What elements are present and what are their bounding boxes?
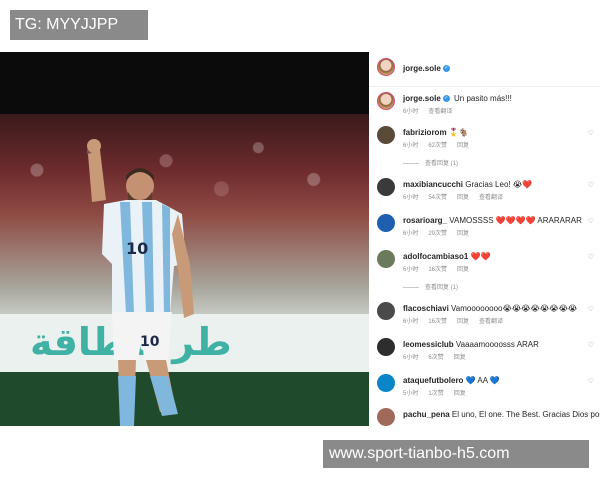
- comment-username[interactable]: fabriziorom: [403, 128, 447, 137]
- verified-icon: ✓: [442, 95, 450, 103]
- comment-likes[interactable]: 1次赞: [428, 391, 443, 397]
- comment-text: 🎖️🐐: [446, 128, 469, 137]
- comment-meta: 6小时 62次赞 回复: [403, 140, 479, 149]
- comment-text: Vaaaamoooosss ARAR: [453, 340, 539, 349]
- verified-icon: ✓: [442, 65, 450, 73]
- comment-meta: 6小时 6次赞 回复: [403, 352, 476, 361]
- comment-username[interactable]: adolfocambiaso1: [403, 252, 468, 261]
- author-username[interactable]: jorge.sole ✓: [403, 64, 450, 73]
- like-heart-icon[interactable]: ♡: [588, 181, 594, 189]
- svg-text:10: 10: [126, 239, 148, 258]
- comment-meta: 6小时 16次赞 回复: [403, 264, 479, 273]
- comment-avatar[interactable]: [377, 214, 395, 232]
- comment-time: 6小时: [403, 231, 419, 237]
- player-figure: 10 10: [87, 139, 194, 426]
- comment-avatar[interactable]: [377, 178, 395, 196]
- reply-link[interactable]: 回复: [457, 195, 469, 201]
- comment-line: adolfocambiaso1 ❤️❤️: [403, 252, 491, 261]
- comment-likes[interactable]: 62次赞: [428, 143, 447, 149]
- author-name[interactable]: jorge.sole: [403, 64, 441, 73]
- comment-line: fabriziorom 🎖️🐐: [403, 128, 469, 137]
- post-photo: طر للطاقة 10 10: [0, 114, 369, 426]
- comment-avatar[interactable]: [377, 250, 395, 268]
- like-heart-icon[interactable]: ♡: [588, 129, 594, 137]
- tg-label: TG: MYYJJPP: [10, 10, 148, 40]
- reply-link[interactable]: 回复: [454, 391, 466, 397]
- comment-username[interactable]: rosarioarg_: [403, 216, 447, 225]
- comment-line: pachu_pena El uno, El one. The Best. Gra…: [403, 410, 600, 419]
- comment-avatar[interactable]: [377, 338, 395, 356]
- comment-time: 6小时: [403, 319, 419, 325]
- translate-link[interactable]: 查看翻译: [479, 319, 503, 325]
- comment-time: 6小时: [403, 195, 419, 201]
- like-heart-icon[interactable]: ♡: [588, 253, 594, 261]
- translate-link[interactable]: 查看翻译: [479, 195, 503, 201]
- comment-likes[interactable]: 6次赞: [428, 355, 443, 361]
- comment-time: 6小时: [403, 267, 419, 273]
- comment-text: VAMOSSSS ❤️❤️❤️❤️ ARARARAR: [447, 216, 582, 225]
- reply-link[interactable]: 回复: [457, 267, 469, 273]
- comment-meta: 6小时 54次赞 回复 查看翻译: [403, 192, 513, 201]
- caption-username[interactable]: jorge.sole: [403, 94, 441, 103]
- comment-time: 6小时: [403, 143, 419, 149]
- comment-text: 💙 AA 💙: [463, 376, 500, 385]
- comment-meta: 6小时 29次赞 回复: [403, 228, 479, 237]
- caption-avatar[interactable]: [377, 92, 395, 110]
- caption-meta: 6小时 查看翻译: [403, 106, 462, 115]
- caption-line: jorge.sole ✓ Un pasito más!!!: [403, 94, 512, 103]
- comment-text: ❤️❤️: [468, 252, 491, 261]
- like-heart-icon[interactable]: ♡: [588, 217, 594, 225]
- comment-username[interactable]: maxibiancucchi: [403, 180, 463, 189]
- view-replies-link[interactable]: 查看回复 (1): [403, 282, 458, 291]
- like-heart-icon[interactable]: ♡: [588, 341, 594, 349]
- comment-text: Gracias Leo! 😭❤️: [463, 180, 533, 189]
- comment-likes[interactable]: 16次赞: [428, 319, 447, 325]
- comment-likes[interactable]: 29次赞: [428, 231, 447, 237]
- view-replies-link[interactable]: 查看回复 (1): [403, 158, 458, 167]
- comment-text: Vamoooooooo😭😭😭😭😭😭😭😭: [448, 304, 578, 313]
- caption-text: Un pasito más!!!: [454, 94, 512, 103]
- comment-username[interactable]: leomessiclub: [403, 340, 454, 349]
- reply-link[interactable]: 回复: [454, 355, 466, 361]
- comment-avatar[interactable]: [377, 374, 395, 392]
- reply-link[interactable]: 回复: [457, 143, 469, 149]
- instagram-post: طر للطاقة 10 10 jorge.sole ✓ jorge.sole …: [0, 52, 600, 426]
- comment-meta: 5小时 1次赞 回复: [403, 388, 476, 397]
- comment-avatar[interactable]: [377, 408, 395, 426]
- comment-likes[interactable]: 16次赞: [428, 267, 447, 273]
- comment-username[interactable]: pachu_pena: [403, 410, 450, 419]
- author-avatar[interactable]: [377, 58, 395, 76]
- reply-link[interactable]: 回复: [457, 231, 469, 237]
- caption-time: 6小时: [403, 109, 419, 115]
- like-heart-icon[interactable]: ♡: [588, 411, 594, 419]
- comment-username[interactable]: ataquefutbolero: [403, 376, 463, 385]
- post-header: jorge.sole ✓: [369, 52, 600, 87]
- comment-avatar[interactable]: [377, 302, 395, 320]
- comment-text: El uno, El one. The Best. Gracias Dios p…: [451, 410, 600, 419]
- comment-likes[interactable]: 54次赞: [428, 195, 447, 201]
- comment-line: flacoschiavi Vamoooooooo😭😭😭😭😭😭😭😭: [403, 304, 577, 313]
- comment-time: 5小时: [403, 391, 419, 397]
- comment-time: 6小时: [403, 355, 419, 361]
- post-media[interactable]: طر للطاقة 10 10: [0, 52, 369, 426]
- comment-username[interactable]: flacoschiavi: [403, 304, 449, 313]
- caption-translate-link[interactable]: 查看翻译: [428, 109, 452, 115]
- like-heart-icon[interactable]: ♡: [588, 305, 594, 313]
- post-sidebar: jorge.sole ✓ jorge.sole ✓ Un pasito más!!!…: [369, 52, 600, 426]
- comment-line: leomessiclub Vaaaamoooosss ARAR: [403, 340, 539, 349]
- watermark: www.sport-tianbo-h5.com: [323, 440, 589, 468]
- svg-text:10: 10: [140, 334, 160, 350]
- comment-line: maxibiancucchi Gracias Leo! 😭❤️: [403, 180, 532, 189]
- reply-link[interactable]: 回复: [457, 319, 469, 325]
- comment-line: ataquefutbolero 💙 AA 💙: [403, 376, 500, 385]
- like-heart-icon[interactable]: ♡: [588, 377, 594, 385]
- comment-avatar[interactable]: [377, 126, 395, 144]
- comment-line: rosarioarg_ VAMOSSSS ❤️❤️❤️❤️ ARARARAR: [403, 216, 582, 225]
- comment-meta: 6小时 16次赞 回复 查看翻译: [403, 316, 513, 325]
